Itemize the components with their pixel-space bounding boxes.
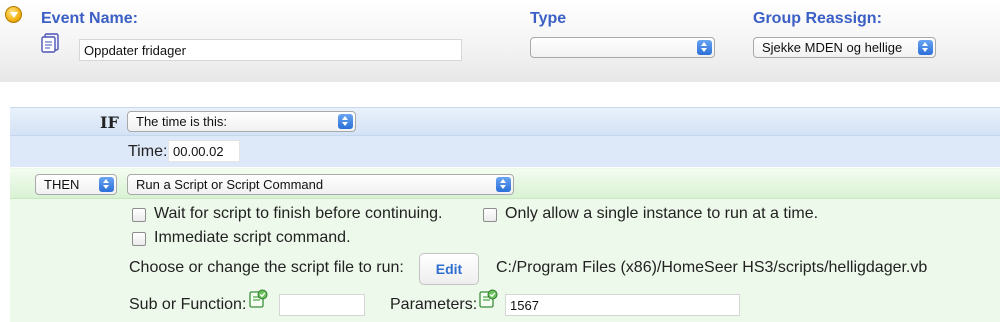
script-path: C:/Program Files (x86)/HomeSeer HS3/scri… bbox=[496, 259, 928, 276]
trigger-select[interactable]: The time is this: bbox=[127, 111, 356, 132]
script-picker-icon[interactable] bbox=[248, 289, 268, 309]
select-stepper-icon bbox=[918, 40, 933, 55]
document-icon[interactable] bbox=[41, 33, 61, 53]
group-reassign-label: Group Reassign: bbox=[753, 10, 882, 27]
group-reassign-select[interactable]: Sjekke MDEN og hellige bbox=[753, 37, 936, 58]
parameters-label: Parameters: bbox=[390, 296, 478, 313]
type-select[interactable] bbox=[530, 37, 715, 58]
sub-function-label: Sub or Function: bbox=[129, 296, 247, 313]
trigger-select-value: The time is this: bbox=[136, 114, 228, 129]
time-input[interactable]: 00.00.02 bbox=[168, 140, 240, 162]
if-keyword: IF bbox=[100, 113, 119, 132]
then-keyword-value: THEN bbox=[44, 177, 80, 192]
single-instance-checkbox[interactable] bbox=[483, 208, 497, 222]
choose-script-label: Choose or change the script file to run: bbox=[129, 259, 404, 276]
group-reassign-select-value: Sjekke MDEN og hellige bbox=[762, 40, 903, 55]
select-stepper-icon bbox=[496, 177, 511, 192]
event-name-input[interactable]: Oppdater fridager bbox=[79, 39, 462, 61]
then-keyword-select[interactable]: THEN bbox=[35, 174, 117, 195]
wait-label: Wait for script to finish before continu… bbox=[154, 205, 443, 222]
script-picker-icon[interactable] bbox=[478, 289, 498, 309]
type-label: Type bbox=[530, 10, 567, 27]
action-select-value: Run a Script or Script Command bbox=[136, 177, 324, 192]
select-stepper-icon bbox=[338, 114, 353, 129]
event-name-label: Event Name: bbox=[41, 10, 138, 27]
immediate-checkbox[interactable] bbox=[132, 232, 146, 246]
action-select[interactable]: Run a Script or Script Command bbox=[127, 174, 514, 195]
time-label: Time: bbox=[128, 143, 168, 160]
select-stepper-icon bbox=[697, 40, 712, 55]
select-stepper-icon bbox=[99, 177, 114, 192]
parameters-input[interactable]: 1567 bbox=[505, 294, 740, 316]
sub-function-input[interactable] bbox=[279, 294, 365, 316]
single-instance-label: Only allow a single instance to run at a… bbox=[505, 205, 819, 222]
chevron-down-icon[interactable] bbox=[5, 6, 22, 23]
immediate-label: Immediate script command. bbox=[154, 229, 351, 246]
wait-checkbox[interactable] bbox=[132, 208, 146, 222]
edit-button[interactable]: Edit bbox=[419, 253, 479, 285]
